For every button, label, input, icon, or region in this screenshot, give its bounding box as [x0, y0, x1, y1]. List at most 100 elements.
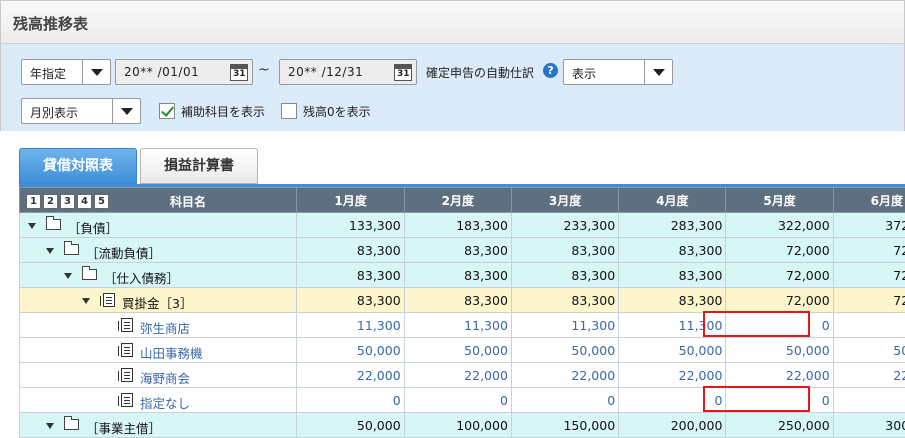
- balance-cell: 22,000: [296, 362, 405, 388]
- tab-balance-sheet[interactable]: 貸借対照表: [19, 148, 137, 184]
- expand-triangle-icon[interactable]: [28, 223, 36, 229]
- account-name[interactable]: 指定なし: [140, 393, 190, 412]
- balance-cell: 83,300: [618, 237, 727, 263]
- table-row[interactable]: ［負債］ 133,300 183,300 233,300 283,300 322,000 3…: [19, 212, 905, 238]
- balance-cell: 83,300: [296, 262, 405, 288]
- folder-icon: [82, 266, 97, 280]
- level-button-5[interactable]: 5: [94, 194, 109, 209]
- balance-cell: 100,000: [403, 412, 512, 438]
- display-mode-value: 月別表示: [30, 106, 79, 120]
- expand-triangle-icon[interactable]: [46, 248, 54, 254]
- table-row[interactable]: 弥生商店11,30011,30011,30011,30000: [19, 312, 905, 338]
- table-row[interactable]: ［流動負債］83,30083,30083,30083,30072,00072,0…: [19, 237, 905, 263]
- balance-cell: 11,300: [403, 312, 512, 338]
- show-sub-accounts-label: 補助科目を表示: [181, 105, 266, 119]
- column-header[interactable]: 5月度: [725, 187, 834, 213]
- balance-cell: 0: [510, 387, 620, 413]
- title-bar: 残高推移表: [0, 0, 905, 44]
- account-name-cell: 海野商会: [19, 362, 298, 388]
- balance-cell: 283,300: [618, 212, 727, 238]
- ledger-icon: [118, 318, 133, 332]
- table-row[interactable]: 買掛金［3］83,30083,30083,30083,30072,00072,0…: [19, 287, 905, 313]
- balance-cell: 50,000: [618, 337, 727, 363]
- balance-cell: 0: [725, 387, 834, 413]
- level-button-2[interactable]: 2: [43, 194, 58, 209]
- balance-cell: 72,000: [725, 237, 834, 263]
- expand-triangle-icon[interactable]: [46, 423, 54, 429]
- balance-cell: 150,000: [510, 412, 620, 438]
- column-header[interactable]: 1月度: [296, 187, 405, 213]
- date-from-field[interactable]: 20** /01/01 31: [115, 59, 253, 85]
- balance-cell: 11,300: [510, 312, 620, 338]
- balance-cell: 11,300: [618, 312, 727, 338]
- table-row[interactable]: ［仕入債務］83,30083,30083,30083,30072,00072,0…: [19, 262, 905, 288]
- folder-icon: [46, 216, 61, 230]
- folder-icon: [64, 416, 79, 430]
- balance-cell: 22,000: [832, 362, 905, 388]
- balance-cell: 22,000: [618, 362, 727, 388]
- balance-cell: 0: [832, 312, 905, 338]
- account-name-cell: ［事業主借］: [19, 412, 298, 438]
- calendar-icon[interactable]: 31: [230, 64, 248, 81]
- table-row[interactable]: 山田事務機50,00050,00050,00050,00050,00050,00…: [19, 337, 905, 363]
- account-name[interactable]: 弥生商店: [140, 318, 190, 337]
- chevron-down-icon: [112, 99, 140, 123]
- balance-cell: 0: [725, 312, 834, 338]
- help-icon[interactable]: ?: [543, 63, 558, 78]
- account-name: ［負債］: [68, 221, 119, 236]
- folder-icon: [64, 241, 79, 255]
- period-type-select[interactable]: 年指定: [21, 59, 111, 85]
- calendar-icon[interactable]: 31: [394, 64, 412, 81]
- level-button-3[interactable]: 3: [60, 194, 75, 209]
- account-name-cell: ［仕入債務］: [19, 262, 298, 288]
- date-to-field[interactable]: 20** /12/31 31: [279, 59, 417, 85]
- auto-journal-select[interactable]: 表示: [563, 59, 673, 85]
- balance-cell: 22,000: [725, 362, 834, 388]
- balance-cell: 72,000: [725, 287, 834, 313]
- auto-journal-value: 表示: [572, 67, 597, 81]
- show-zero-balance-checkbox[interactable]: [281, 103, 297, 119]
- column-header[interactable]: 6月度: [832, 187, 905, 213]
- balance-cell: 50,000: [510, 337, 620, 363]
- display-mode-select[interactable]: 月別表示: [21, 98, 141, 124]
- level-button-1[interactable]: 1: [26, 194, 41, 209]
- table-row[interactable]: ［事業主借］ 50,000 100,000 150,000 200,000 250,000…: [19, 412, 905, 438]
- balance-cell: 300,000: [832, 412, 905, 438]
- chevron-down-icon: [82, 60, 110, 84]
- balance-cell: 83,300: [510, 287, 620, 313]
- column-header[interactable]: 2月度: [403, 187, 512, 213]
- balance-cell: 0: [618, 387, 727, 413]
- balance-cell: 83,300: [510, 237, 620, 263]
- column-header[interactable]: 3月度: [510, 187, 620, 213]
- balance-cell: 83,300: [618, 262, 727, 288]
- account-name[interactable]: 山田事務機: [140, 343, 203, 362]
- account-name: ［流動負債］: [86, 246, 162, 261]
- account-name: ［事業主借］: [86, 421, 162, 436]
- column-header[interactable]: 4月度: [618, 187, 727, 213]
- balance-cell: 50,000: [725, 337, 834, 363]
- ledger-icon: [118, 343, 133, 357]
- balance-cell: 83,300: [618, 287, 727, 313]
- account-name-cell: ［負債］: [19, 212, 298, 238]
- level-button-4[interactable]: 4: [77, 194, 92, 209]
- balance-cell: 0: [403, 387, 512, 413]
- show-sub-accounts-checkbox[interactable]: [159, 103, 175, 119]
- table-row[interactable]: 指定なし000000: [19, 387, 905, 413]
- balance-cell: 372,000: [832, 212, 905, 238]
- tab-income-statement[interactable]: 損益計算書: [140, 148, 258, 184]
- auto-journal-label: 確定申告の自動仕訳: [426, 66, 535, 80]
- account-name-cell: 買掛金［3］: [19, 287, 298, 313]
- balance-cell: 72,000: [832, 287, 905, 313]
- table-row[interactable]: 海野商会22,00022,00022,00022,00022,00022,000: [19, 362, 905, 388]
- show-zero-balance-label: 残高0を表示: [303, 105, 371, 119]
- account-name-cell: 指定なし: [19, 387, 298, 413]
- account-name-header: 12345 科目名: [19, 187, 298, 213]
- account-name[interactable]: 海野商会: [140, 368, 190, 387]
- balance-cell: 83,300: [296, 237, 405, 263]
- expand-triangle-icon[interactable]: [64, 273, 72, 279]
- table-header-row: 12345 科目名 1月度 2月度 3月度 4月度 5月度 6月度: [19, 187, 905, 213]
- expand-triangle-icon[interactable]: [82, 298, 90, 304]
- date-from-value: 20** /01/01: [124, 65, 200, 79]
- balance-cell: 22,000: [510, 362, 620, 388]
- date-to-value: 20** /12/31: [288, 65, 364, 79]
